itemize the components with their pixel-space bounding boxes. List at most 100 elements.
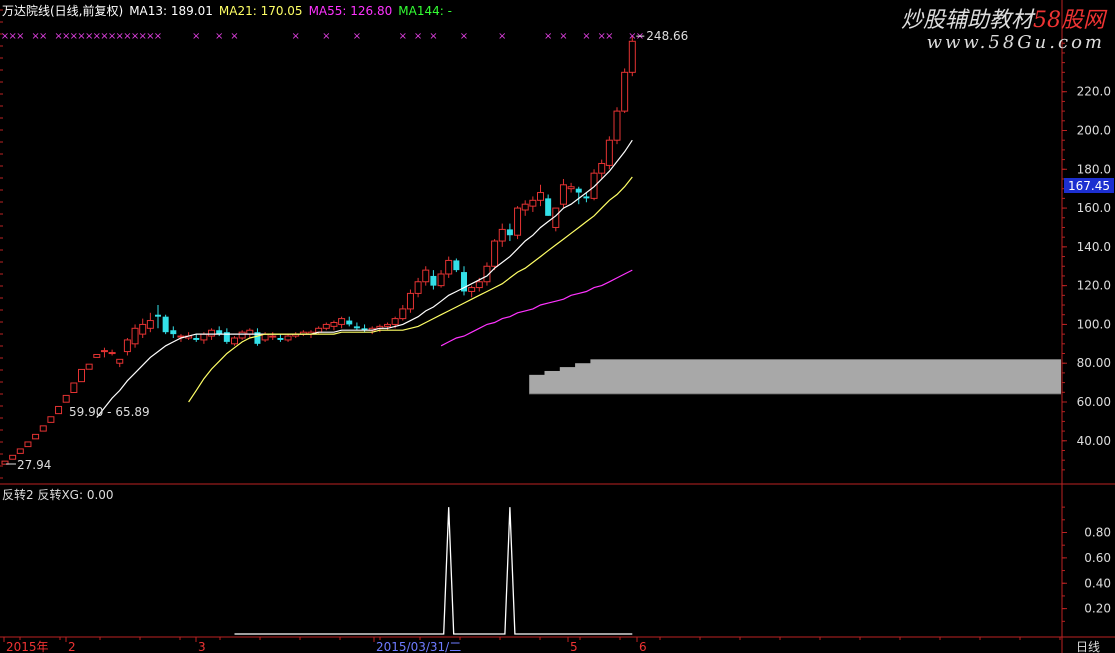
candle-body [445,259,453,275]
candle-body [93,353,101,358]
price-tick-label: 120.0 [1077,279,1111,293]
candle-body [506,229,513,236]
candle-body [139,323,147,335]
signal-marker: × [39,31,47,42]
signal-marker: × [582,31,590,42]
price-tick-label: 140.0 [1077,240,1111,254]
candle-body [567,186,575,190]
candle-body [116,358,124,364]
reversal-signal-line [234,507,633,635]
candle-body [498,228,506,242]
candle-body [453,260,460,271]
ma13-label: MA13: 189.01 [129,4,213,18]
candle-body [9,454,17,460]
candle-body [414,281,422,294]
candle-body [208,329,216,337]
candle-body [338,318,346,325]
candle-body [621,71,629,112]
candle-body [16,448,24,454]
period-label: 日线 [1076,640,1100,653]
candle-body [55,405,63,415]
signal-marker: × [215,31,223,42]
candle-body [529,199,537,207]
watermark-brand: 58股网 [1033,8,1105,33]
candle-body [193,338,200,340]
candle-body [399,308,407,320]
candle-body [32,433,40,440]
signal-marker: × [544,31,552,42]
candle-body [85,363,93,370]
candle-body [322,323,330,329]
price-tick-label: 80.00 [1077,356,1111,370]
signal-marker: × [460,31,468,42]
candle-body [514,207,522,236]
candle-body [330,321,338,327]
candle-body [39,425,47,432]
signal-marker: × [605,31,613,42]
candle-body [131,327,139,345]
ma55-line [440,269,633,347]
signal-marker: × [559,31,567,42]
time-tick-label: 5 [570,640,578,653]
candle-body [422,269,430,283]
candle-body [430,275,437,286]
candle-body [24,441,32,448]
candle-body [598,162,606,174]
sub-indicator-title: 反转2 反转XG: 0.00 [2,488,114,502]
watermark-url: www.58Gu.com [926,32,1105,53]
price-tick-label: 100.0 [1077,317,1111,331]
watermark-title: 炒股辅助教材58股网 [901,2,1105,34]
price-tick-label: 40.00 [1077,434,1111,448]
stock-chart: 40.00 60.00 80.00 100.0 120.0 140.0 160.0 180.0… [0,0,1115,653]
stock-title: 万达院线(日线,前复权) [2,4,124,18]
candle-body [170,330,177,335]
candle-body [47,416,55,423]
candle-body [277,338,284,340]
candle-body [537,192,544,201]
support-band [529,374,1061,395]
candle-body [200,333,208,341]
candle-body [231,337,238,345]
candle-body [108,352,116,355]
candle-body [491,240,499,267]
signal-marker: × [498,31,506,42]
candle-body [545,198,552,216]
candle-body [475,281,483,289]
signal-marker: × [414,31,422,42]
signal-marker: × [322,31,330,42]
sub-tick-label: 0.60 [1084,551,1111,565]
candle-body [123,339,131,353]
time-tick-label: 2015/03/31/二 [376,640,461,653]
candle-body [162,316,169,333]
signal-marker: × [192,31,200,42]
price-tick-label: 200.0 [1077,124,1111,138]
candle-body [155,314,161,317]
indicator-header: 万达院线(日线,前复权) MA13: 189.01 MA21: 170.05 MA55… [2,2,458,19]
candle-body [78,368,85,383]
candle-body [346,320,353,325]
watermark-text: 炒股辅助教材 [900,8,1033,33]
candle-body [583,196,590,199]
candle-body [284,335,292,341]
sub-tick-label: 0.40 [1084,576,1111,590]
ma144-label: MA144: - [398,4,452,18]
candle-body [391,318,399,325]
candle-body [437,273,445,287]
sub-tick-label: 0.20 [1084,602,1111,616]
time-tick-label: 2 [68,640,76,653]
ma21-label: MA21: 170.05 [218,4,303,18]
signal-marker: × [230,31,238,42]
high-label: 248.66 [646,29,688,43]
price-tick-label: 220.0 [1077,85,1111,99]
candle-body [521,203,529,211]
candle-body [468,287,476,292]
candle-body [575,188,582,193]
sub-tick-label: 0.80 [1084,526,1111,540]
time-tick-label: 3 [198,640,206,653]
price-tag-value: 167.45 [1068,179,1110,193]
signal-marker: × [154,31,162,42]
candle-body [628,40,636,73]
range-label: 59.90 - 65.89 [69,405,150,419]
ma55-label: MA55: 126.80 [308,4,393,18]
candle-body [613,110,621,141]
